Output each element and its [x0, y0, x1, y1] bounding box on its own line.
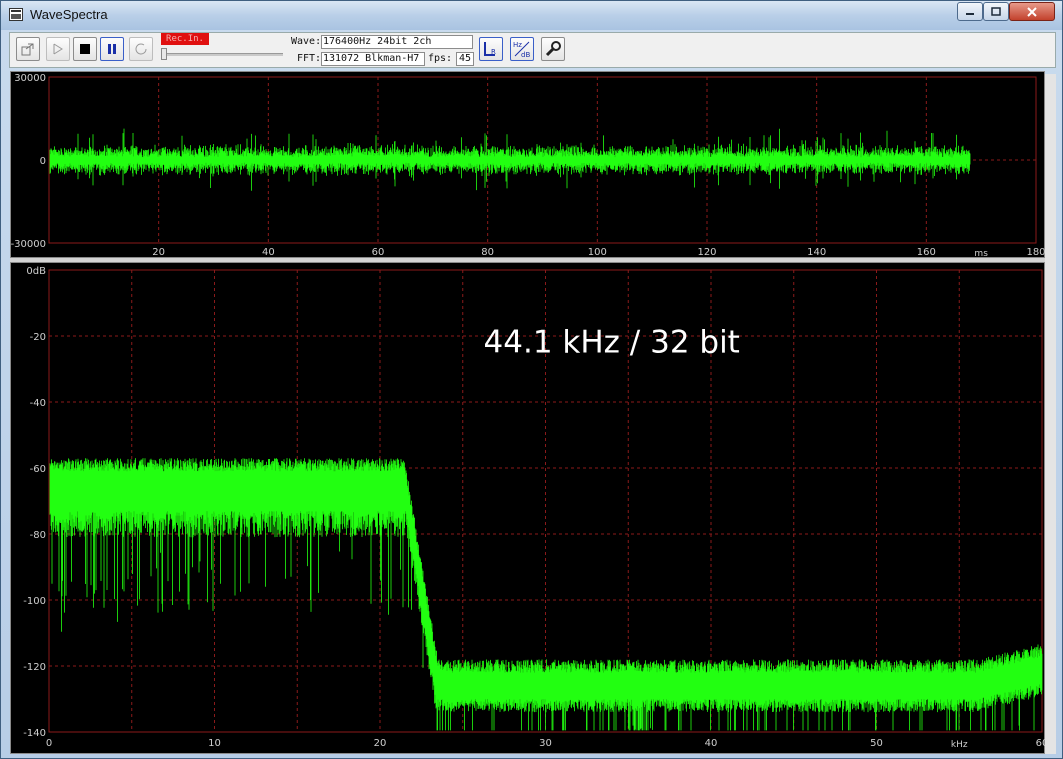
waveform-y-tick-label: 0: [40, 156, 46, 167]
title-bar: WaveSpectra: [1, 1, 1062, 30]
settings-button[interactable]: [541, 37, 565, 61]
level-slider-thumb[interactable]: [161, 48, 167, 60]
open-file-icon: [21, 43, 34, 56]
wave-label: Wave:: [291, 36, 322, 47]
hz-db-scale-icon: Hz dB: [513, 41, 530, 59]
stop-button[interactable]: [73, 37, 97, 61]
svg-text:R: R: [491, 48, 496, 56]
wave-format-field: 176400Hz 24bit 2ch: [321, 35, 473, 49]
fft-settings-field: 131072 Blkman-H7: [321, 52, 425, 66]
play-icon: [53, 43, 63, 55]
close-icon: [1027, 6, 1037, 17]
waveform-trace: [49, 128, 971, 191]
waveform-x-tick-label: 20: [152, 247, 165, 258]
spectrum-x-tick-label: 0: [46, 738, 52, 749]
loop-button[interactable]: [129, 37, 153, 61]
waveform-plot: 20 40 60 80 100 120 140 160 180300000-30000ms: [11, 73, 1046, 259]
fft-label: FFT:: [297, 53, 322, 64]
window-title: WaveSpectra: [30, 7, 108, 22]
waveform-y-tick-label: -30000: [11, 239, 46, 250]
spectrum-y-tick-label: -20: [30, 332, 46, 343]
sample-format-caption: 44.1 kHz / 32 bit: [484, 325, 740, 361]
maximize-icon: [991, 7, 1001, 16]
spectrum-y-tick-label: 0dB: [26, 266, 46, 277]
waveform-panel[interactable]: 20 40 60 80 100 120 140 160 180 30000 0 -30000 ms: [10, 71, 1046, 259]
spectrum-y-tick-label: -120: [23, 662, 46, 673]
spectrum-y-tick-label: -60: [30, 464, 46, 475]
fps-label: fps:: [428, 53, 453, 64]
app-window: WaveSpectra Rec.In. Wave: 176400Hz 24bit…: [0, 0, 1063, 759]
spectrum-plot: 0 10 20 30 40 50 600dB-20-40-60-80-100-120-140…: [23, 266, 1046, 750]
minimize-button[interactable]: [957, 2, 983, 21]
spectrum-x-tick-label: 40: [705, 738, 718, 749]
spectrum-x-unit: kHz: [951, 740, 968, 750]
maximize-button[interactable]: [983, 2, 1009, 21]
spectrum-y-tick-label: -80: [30, 530, 46, 541]
waveform-x-tick-label: 60: [372, 247, 385, 258]
svg-text:dB: dB: [521, 51, 530, 59]
fps-field: 45: [456, 52, 474, 66]
open-file-button[interactable]: [16, 37, 40, 61]
toolbar: Rec.In. Wave: 176400Hz 24bit 2ch FFT: 13…: [9, 32, 1056, 68]
app-logo-icon: [9, 8, 23, 21]
close-button[interactable]: [1009, 2, 1055, 21]
rec-input-badge: Rec.In.: [161, 33, 209, 45]
spectrum-y-tick-label: -140: [23, 728, 46, 739]
vertical-scrollbar[interactable]: [1045, 74, 1056, 754]
stop-icon: [80, 44, 90, 54]
waveform-x-tick-label: 120: [697, 247, 716, 258]
waveform-x-tick-label: 80: [481, 247, 494, 258]
spectrum-panel[interactable]: 0 10 20 30 40 50 60 0dB -20 -40 -60 -80 -100 -120 -140…: [10, 262, 1046, 754]
waveform-y-tick-label: 30000: [14, 73, 46, 84]
play-button[interactable]: [46, 37, 70, 61]
spectrum-x-tick-label: 30: [539, 738, 552, 749]
lr-channel-icon: R: [484, 42, 496, 56]
pause-button[interactable]: [100, 37, 124, 61]
spectrum-x-tick-label: 50: [870, 738, 883, 749]
loop-icon: [135, 43, 147, 55]
waveform-x-tick-label: 100: [588, 247, 607, 258]
lr-channel-button[interactable]: R: [479, 37, 503, 61]
hz-db-scale-button[interactable]: Hz dB: [510, 37, 534, 61]
waveform-x-tick-label: 180: [1026, 247, 1045, 258]
waveform-x-tick-label: 40: [262, 247, 275, 258]
spectrum-x-tick-label: 10: [208, 738, 221, 749]
svg-text:Hz: Hz: [513, 41, 522, 49]
waveform-x-tick-label: 140: [807, 247, 826, 258]
spectrum-y-tick-label: -40: [30, 398, 46, 409]
spectrum-y-tick-label: -100: [23, 596, 46, 607]
waveform-x-tick-label: 160: [917, 247, 936, 258]
level-slider-track[interactable]: [161, 53, 283, 56]
spectrum-x-tick-label: 20: [374, 738, 387, 749]
settings-wrench-icon: [545, 41, 561, 57]
pause-icon: [108, 44, 116, 54]
minimize-icon: [966, 12, 974, 15]
